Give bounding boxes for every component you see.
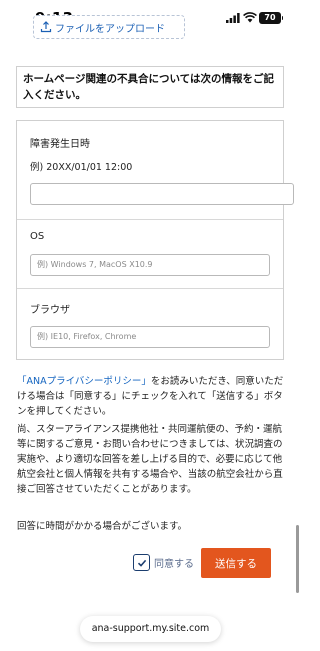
- file-upload-button[interactable]: ファイルをアップロード: [33, 15, 185, 39]
- incident-date-input[interactable]: [30, 183, 294, 205]
- url-bar[interactable]: ana-support.my.site.com: [80, 616, 221, 642]
- upload-label: ファイルをアップロード: [55, 23, 165, 35]
- alliance-paragraph: 尚、スターアライアンス提携他社・共同運航便の、予約・運航等に関するご意見・お問い…: [17, 424, 283, 495]
- browser-input[interactable]: 例) IE10, Firefox, Chrome: [30, 326, 270, 348]
- upload-icon: [40, 21, 52, 33]
- incident-date-label: 障害発生日時: [30, 139, 90, 150]
- divider: [17, 288, 283, 289]
- response-time-note: 回答に時間がかかる場合がございます。: [17, 521, 188, 532]
- check-icon: [137, 559, 146, 567]
- browser-label: ブラウザ: [30, 305, 70, 316]
- cellular-signal-icon: [226, 13, 240, 23]
- wifi-icon: [243, 12, 257, 23]
- agree-label: 同意する: [154, 559, 194, 570]
- scrollbar-thumb[interactable]: [296, 525, 299, 593]
- privacy-paragraph: 「ANAプライバシーポリシー」をお読みいただき、同意いただける場合は「同意する」…: [17, 374, 285, 419]
- battery-icon: 70: [259, 12, 283, 24]
- agree-checkbox[interactable]: [133, 554, 150, 571]
- agree-checkbox-group[interactable]: 同意する: [133, 554, 194, 571]
- submit-button[interactable]: 送信する: [201, 548, 271, 578]
- os-label: OS: [30, 231, 45, 242]
- os-input[interactable]: 例) Windows 7, MacOS X10.9: [30, 254, 270, 276]
- notice-text: ホームページ関連の不具合については次の情報をご記入ください。: [23, 73, 274, 101]
- incident-date-example: 例) 20XX/01/01 12:00: [30, 162, 133, 173]
- divider: [17, 219, 283, 220]
- environment-form: 障害発生日時 例) 20XX/01/01 12:00 OS 例) Windows…: [16, 120, 294, 360]
- privacy-policy-link[interactable]: 「ANAプライバシーポリシー」: [17, 376, 151, 387]
- notice-box: ホームページ関連の不具合については次の情報をご記入ください。: [16, 66, 284, 108]
